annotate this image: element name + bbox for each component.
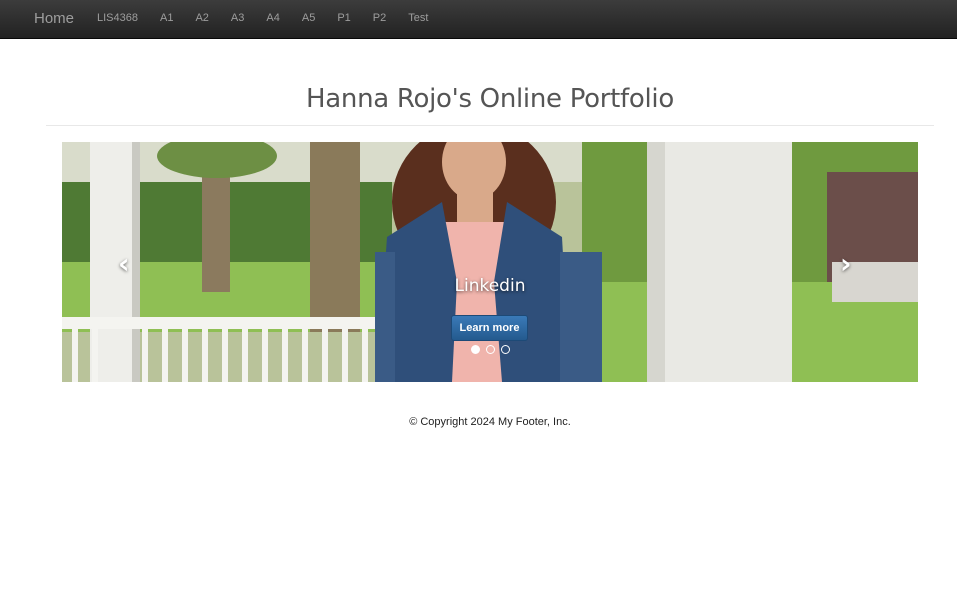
nav-link-a2[interactable]: A2 xyxy=(184,12,219,24)
nav-home-link[interactable]: Home xyxy=(34,10,74,27)
nav-link-p1[interactable]: P1 xyxy=(326,12,361,24)
carousel-indicator[interactable] xyxy=(470,345,480,354)
carousel-prev-control[interactable]: ‹ xyxy=(118,250,130,278)
carousel-caption: Linkedin xyxy=(454,276,526,296)
nav-link-a5[interactable]: A5 xyxy=(291,12,326,24)
image-carousel: ‹ › Linkedin Learn more xyxy=(62,142,918,382)
title-divider xyxy=(46,125,934,126)
top-navbar: Home LIS4368 A1 A2 A3 A4 A5 P1 P2 Test xyxy=(0,0,957,39)
nav-links: LIS4368 A1 A2 A3 A4 A5 P1 P2 Test xyxy=(86,12,439,24)
nav-link-test[interactable]: Test xyxy=(397,12,439,24)
nav-link-a1[interactable]: A1 xyxy=(149,12,184,24)
nav-link-a4[interactable]: A4 xyxy=(255,12,290,24)
learn-more-button[interactable]: Learn more xyxy=(451,315,528,341)
nav-link-lis4368[interactable]: LIS4368 xyxy=(86,12,149,24)
carousel-indicator[interactable] xyxy=(485,345,495,354)
footer-copyright: © Copyright 2024 My Footer, Inc. xyxy=(409,416,571,428)
nav-link-p2[interactable]: P2 xyxy=(362,12,397,24)
page-title: Hanna Rojo's Online Portfolio xyxy=(306,84,674,114)
carousel-next-control[interactable]: › xyxy=(840,250,852,278)
carousel-indicator[interactable] xyxy=(500,345,510,354)
carousel-indicators xyxy=(62,345,918,354)
nav-link-a3[interactable]: A3 xyxy=(220,12,255,24)
